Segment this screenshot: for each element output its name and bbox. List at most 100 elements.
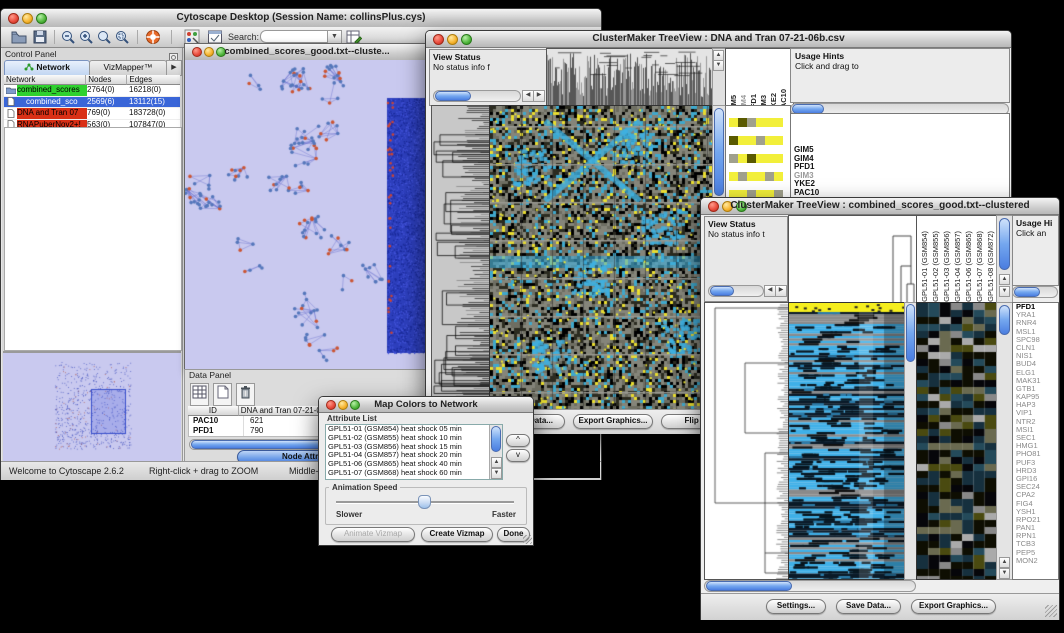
network-canvas[interactable] xyxy=(185,60,429,369)
scroll-up-icon[interactable]: ▲ xyxy=(491,457,502,468)
delete-attribute-trash-icon[interactable] xyxy=(236,383,255,406)
gene-label[interactable]: GIM4 xyxy=(791,155,1009,164)
treeview-button[interactable]: Export Graphics... xyxy=(911,599,996,614)
network-view-window: combined_scores_good.txt--cluste... xyxy=(184,43,430,371)
treeview2-view-status-panel: View Status No status info t ◀ ▶ xyxy=(704,216,788,302)
scroll-down-icon[interactable]: ▼ xyxy=(999,568,1010,579)
move-up-button[interactable]: ^ xyxy=(506,434,530,447)
attribute-list-item[interactable]: GPL51-03 (GSM856) heat shock 15 min xyxy=(326,443,489,452)
network-overview-panel[interactable] xyxy=(3,351,181,463)
gene-label[interactable]: GIM5 xyxy=(791,146,1009,155)
treeview2-zoom-vscrollbar[interactable]: ▲ ▼ xyxy=(996,302,1013,580)
resize-grip[interactable] xyxy=(1045,605,1057,617)
desktop: Cytoscape Desktop (Session Name: collins… xyxy=(0,0,1064,633)
matrix-cell xyxy=(756,172,765,181)
scroll-up-icon[interactable]: ▲ xyxy=(999,274,1010,285)
scroll-up-icon[interactable]: ▲ xyxy=(999,557,1010,568)
treeview1-zoom-matrix[interactable] xyxy=(729,118,783,172)
faster-label: Faster xyxy=(492,510,516,519)
attribute-list-item[interactable]: GPL51-07 (GSM868) heat shock 60 min xyxy=(326,469,489,478)
treeview2-usage-hscrollbar[interactable] xyxy=(1012,286,1058,298)
animation-speed-label: Animation Speed xyxy=(329,483,400,492)
gene-label[interactable]: YKE2 xyxy=(791,180,1009,189)
network-table-row[interactable]: DNA and Tran 07769(0)183728(0) xyxy=(4,108,180,120)
tab-overflow-button[interactable]: ▶ xyxy=(166,60,182,76)
dialog-titlebar[interactable]: Map Colors to Network xyxy=(319,397,533,413)
attribute-list[interactable]: GPL51-01 (GSM854) heat shock 05 minGPL51… xyxy=(325,424,503,480)
matrix-cell xyxy=(747,154,756,163)
scroll-down-icon[interactable]: ▼ xyxy=(713,60,724,71)
main-titlebar[interactable]: Cytoscape Desktop (Session Name: collins… xyxy=(1,9,601,28)
search-label: Search: xyxy=(228,32,259,42)
attribute-list-item[interactable]: GPL51-04 (GSM857) heat shock 20 min xyxy=(326,451,489,460)
attribute-list-item[interactable]: GPL51-02 (GSM855) heat shock 10 min xyxy=(326,434,489,443)
create-vizmap-button[interactable]: Create Vizmap xyxy=(421,527,493,542)
treeview2-collabel-vscrollbar[interactable]: ▲ ▼ xyxy=(996,215,1013,303)
matrix-cell xyxy=(738,136,747,145)
view-status-hscrollbar[interactable] xyxy=(708,285,764,297)
tab-vizmapper[interactable]: VizMapper™ xyxy=(89,60,167,76)
treeview1-global-heatmap[interactable] xyxy=(489,105,713,411)
network-nodes-count: 2764(0) xyxy=(87,85,129,96)
treeview1-row-dendrogram[interactable] xyxy=(431,105,491,411)
main-window-title: Cytoscape Desktop (Session Name: collins… xyxy=(1,12,601,23)
matrix-cell xyxy=(765,136,774,145)
treeview-button[interactable]: Settings... xyxy=(766,599,826,614)
open-file-icon[interactable] xyxy=(11,29,27,50)
row-id: PAC10 xyxy=(189,416,244,426)
treeview-button[interactable]: Export Graphics... xyxy=(573,414,653,429)
network-nodes-count: 2569(6) xyxy=(87,97,129,108)
treeview2-titlebar[interactable]: ClusterMaker TreeView : combined_scores_… xyxy=(701,198,1059,215)
gene-label[interactable]: MON2 xyxy=(1013,557,1058,565)
view-status-hscrollbar[interactable] xyxy=(433,90,521,102)
network-view-titlebar[interactable]: combined_scores_good.txt--cluste... xyxy=(185,44,429,61)
column-label: GPL51-07 (GSM868) xyxy=(974,231,985,302)
matrix-cell xyxy=(729,154,738,163)
zoom-selected-icon[interactable] xyxy=(114,29,130,50)
zoom-fit-icon[interactable] xyxy=(96,29,112,50)
treeview1-top-scroll-strip[interactable]: ▲ ▼ xyxy=(712,48,726,106)
speed-slider-thumb[interactable] xyxy=(418,495,431,509)
scroll-down-icon[interactable]: ▼ xyxy=(999,286,1010,297)
document-icon xyxy=(4,97,17,106)
new-attribute-icon[interactable] xyxy=(213,383,232,406)
matrix-cell xyxy=(729,136,738,145)
matrix-cell xyxy=(747,136,756,145)
treeview2-column-dendrogram[interactable] xyxy=(788,215,917,303)
zoom-in-icon[interactable] xyxy=(78,29,94,50)
treeview2-zoom-heatmap[interactable] xyxy=(916,302,997,580)
network-tree-empty-area[interactable] xyxy=(4,127,182,351)
zoom-out-icon[interactable] xyxy=(60,29,76,50)
scroll-down-icon[interactable]: ▼ xyxy=(491,468,502,479)
attribute-list-item[interactable]: GPL51-01 (GSM854) heat shock 05 min xyxy=(326,425,489,434)
treeview2-row-dendrogram[interactable] xyxy=(704,302,789,580)
attribute-list-item[interactable]: GPL51-06 (GSM865) heat shock 40 min xyxy=(326,460,489,469)
view-status-text: No status info f xyxy=(433,62,543,72)
scroll-right-icon[interactable]: ▶ xyxy=(533,90,545,102)
network-table-row[interactable]: combined_sco2569(6)13112(15) xyxy=(4,97,180,109)
help-icon[interactable] xyxy=(145,29,161,50)
matrix-cell xyxy=(774,172,783,181)
save-icon[interactable] xyxy=(32,29,48,50)
gene-label[interactable]: PFD1 xyxy=(791,163,1009,172)
view-status-title: View Status xyxy=(433,52,481,62)
control-panel: Control Panel Network VizMapper™ ▶ Netwo… xyxy=(2,48,183,461)
matrix-cell xyxy=(756,118,765,127)
network-edges-count: 16218(0) xyxy=(129,85,181,96)
network-tab-icon xyxy=(24,63,34,71)
tab-network[interactable]: Network xyxy=(4,60,90,76)
search-input[interactable] xyxy=(260,30,330,43)
treeview2-global-heatmap[interactable] xyxy=(788,302,905,580)
treeview1-column-dendrogram[interactable] xyxy=(546,48,713,106)
treeview2-hscrollbar[interactable] xyxy=(704,580,916,592)
scroll-right-icon[interactable]: ▶ xyxy=(775,285,787,297)
resize-grip[interactable] xyxy=(523,535,532,544)
network-table-row[interactable]: combined_scores2764(0)16218(0) xyxy=(4,85,180,97)
attribute-list-vscrollbar[interactable]: ▲ ▼ xyxy=(489,425,502,479)
treeview-button[interactable]: Save Data... xyxy=(836,599,901,614)
table-mode-icon[interactable] xyxy=(190,383,209,406)
gene-label[interactable]: GIM3 xyxy=(791,172,1009,181)
move-down-button[interactable]: v xyxy=(506,449,530,462)
treeview1-titlebar[interactable]: ClusterMaker TreeView : DNA and Tran 07-… xyxy=(426,31,1011,48)
network-edges-count: 183728(0) xyxy=(129,108,181,119)
